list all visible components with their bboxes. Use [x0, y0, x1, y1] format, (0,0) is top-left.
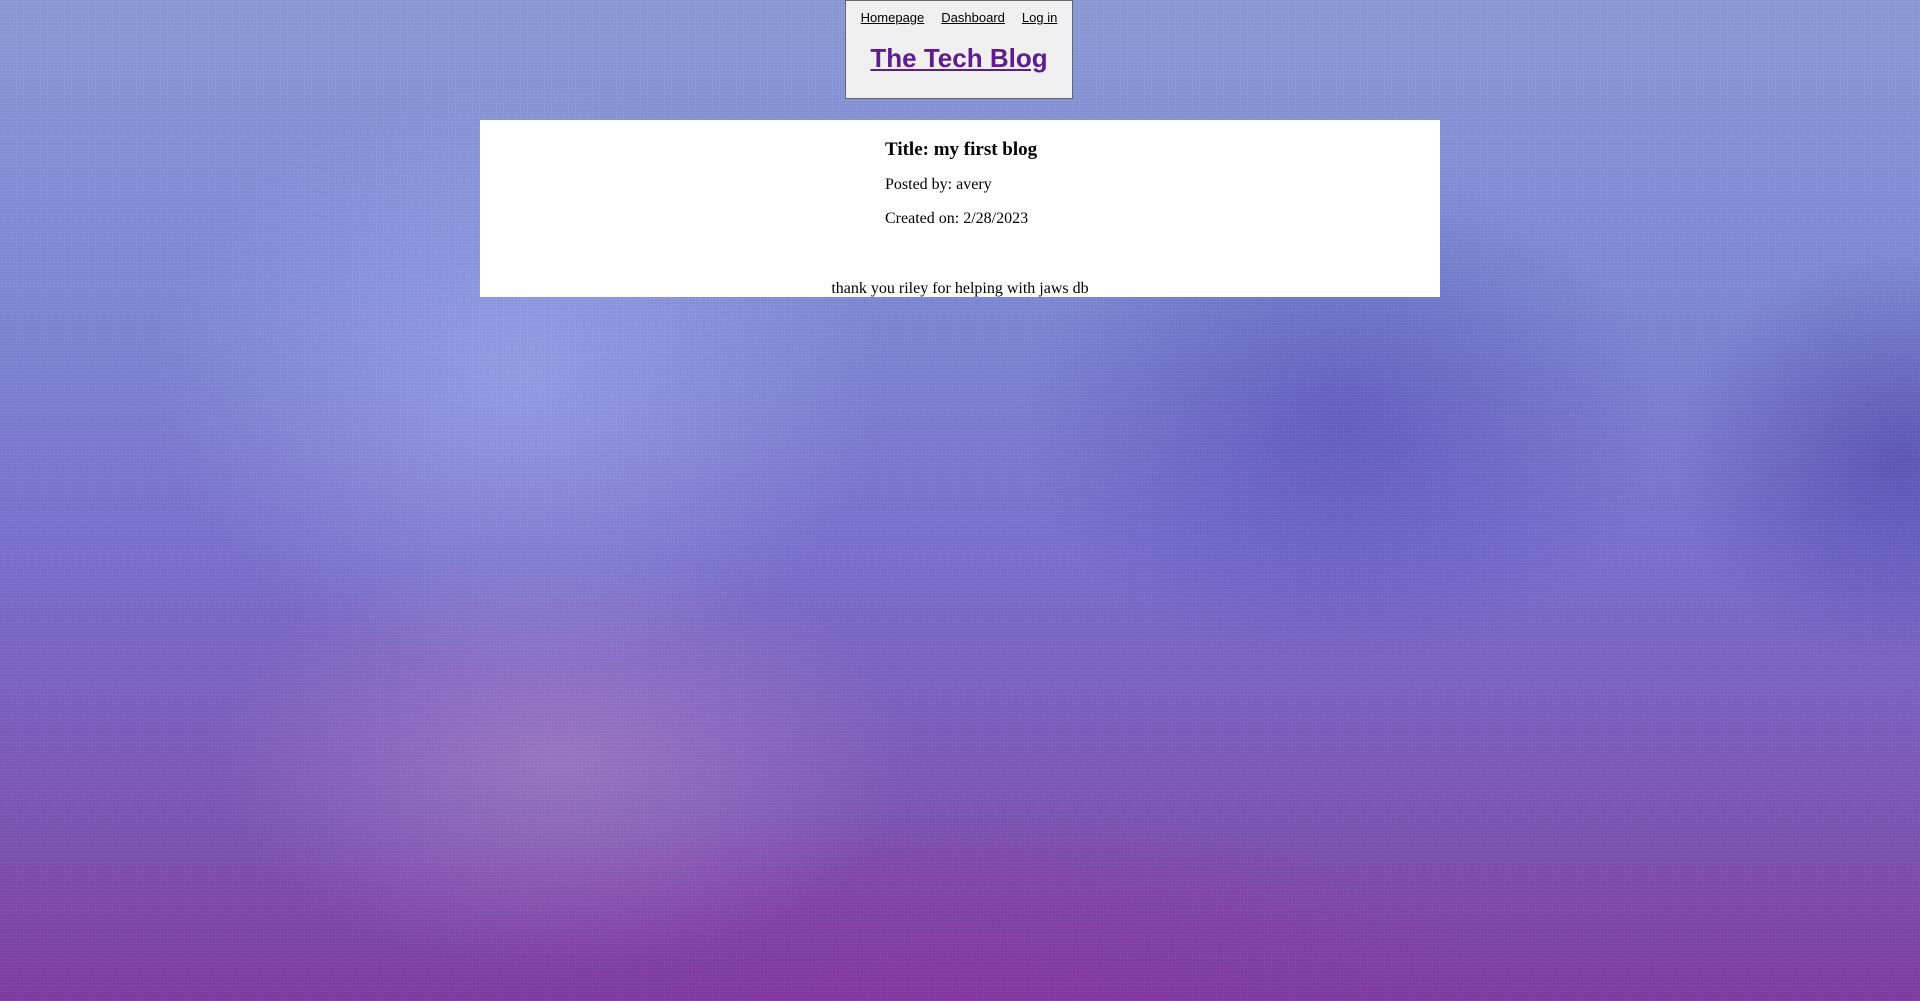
site-header: Homepage Dashboard Log in The Tech Blog	[845, 0, 1073, 99]
nav-link-dashboard[interactable]: Dashboard	[941, 10, 1005, 25]
site-title: The Tech Blog	[846, 43, 1072, 73]
post-title: Title: my first blog	[885, 139, 1038, 160]
post-body: thank you riley for helping with jaws db	[831, 280, 1089, 297]
blog-post-card: Title: my first blog Posted by: avery Cr…	[480, 120, 1440, 297]
post-meta: Title: my first blog Posted by: avery Cr…	[885, 138, 1037, 228]
post-date: Created on: 2/28/2023	[885, 210, 1029, 227]
post-author: Posted by: avery	[885, 176, 992, 193]
nav-link-login[interactable]: Log in	[1022, 10, 1057, 25]
site-title-link[interactable]: The Tech Blog	[870, 43, 1047, 73]
nav-link-homepage[interactable]: Homepage	[861, 10, 925, 25]
main-nav: Homepage Dashboard Log in	[846, 10, 1072, 25]
